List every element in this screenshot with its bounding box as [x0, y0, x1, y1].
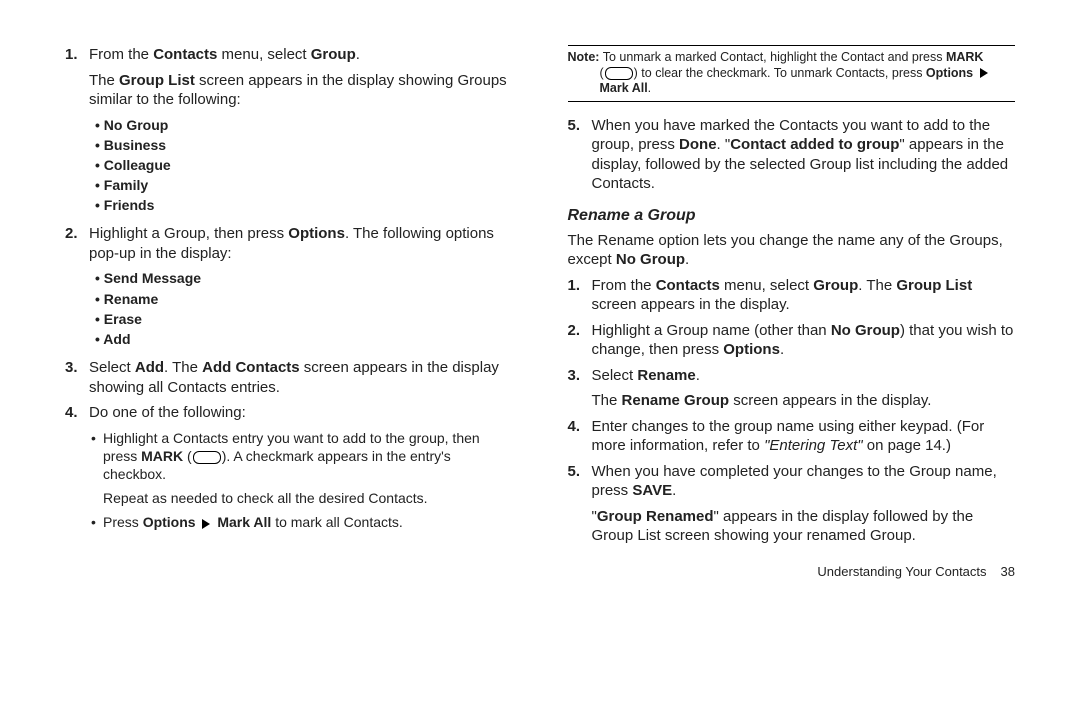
- note-box: Note: To unmark a marked Contact, highli…: [568, 45, 1016, 102]
- text: screen appears in the display.: [592, 296, 790, 313]
- text: .: [780, 341, 784, 358]
- page-footer: Understanding Your Contacts 38: [568, 564, 1016, 581]
- bold: Add: [135, 359, 164, 376]
- text: menu, select: [217, 46, 310, 63]
- text: The: [592, 392, 622, 409]
- text: Select: [89, 359, 135, 376]
- text: (: [600, 66, 604, 80]
- step-3: 3. Select Add. The Add Contacts screen a…: [65, 358, 513, 397]
- footer-section: Understanding Your Contacts: [817, 564, 986, 579]
- page-columns: 1. From the Contacts menu, select Group.…: [65, 45, 1015, 581]
- option-item: Add: [95, 330, 513, 348]
- bold: Contact added to group: [730, 136, 899, 153]
- text: .: [648, 81, 651, 95]
- bold: MARK: [946, 50, 984, 64]
- rename-step-2: 2. Highlight a Group name (other than No…: [568, 321, 1016, 360]
- bold: No Group: [831, 322, 900, 339]
- text: Select: [592, 367, 638, 384]
- step-1: 1. From the Contacts menu, select Group.…: [65, 45, 513, 218]
- bold: Group List: [119, 72, 195, 89]
- bold: Options: [926, 66, 973, 80]
- option-item: Rename: [95, 290, 513, 308]
- rename-step-5: 5. When you have completed your changes …: [568, 462, 1016, 546]
- bold: Contacts: [656, 277, 720, 294]
- text: From the: [89, 46, 153, 63]
- bold: Options: [143, 514, 196, 530]
- intro-text: The Rename option lets you change the na…: [568, 231, 1016, 270]
- text: .: [696, 367, 700, 384]
- text: .: [672, 482, 676, 499]
- section-heading: Rename a Group: [568, 206, 1016, 227]
- bold: Mark All: [217, 514, 271, 530]
- text: Highlight a Group name (other than: [592, 322, 831, 339]
- note-label: Note:: [568, 50, 600, 64]
- bold: Group Renamed: [597, 508, 714, 525]
- italic: "Entering Text": [764, 437, 862, 454]
- text: . ": [717, 136, 731, 153]
- bold: Options: [288, 225, 345, 242]
- bold: Rename: [637, 367, 695, 384]
- group-item: Colleague: [95, 156, 513, 174]
- left-column: 1. From the Contacts menu, select Group.…: [65, 45, 513, 581]
- right-column: Note: To unmark a marked Contact, highli…: [568, 45, 1016, 581]
- group-item: Friends: [95, 196, 513, 214]
- text: From the: [592, 277, 656, 294]
- bold: Group List: [896, 277, 972, 294]
- text: The: [89, 72, 119, 89]
- text: . The: [858, 277, 896, 294]
- sub-bullet: • Highlight a Contacts entry you want to…: [91, 429, 513, 508]
- text: Highlight a Group, then press: [89, 225, 288, 242]
- bold: Done: [679, 136, 717, 153]
- step-2: 2. Highlight a Group, then press Options…: [65, 224, 513, 352]
- group-item: No Group: [95, 116, 513, 134]
- bold: Contacts: [153, 46, 217, 63]
- option-item: Erase: [95, 310, 513, 328]
- oval-key-icon: [605, 67, 633, 80]
- text: . The: [164, 359, 202, 376]
- sub-bullet: • Press Options Mark All to mark all Con…: [91, 513, 513, 531]
- bold: Options: [723, 341, 780, 358]
- text: Repeat as needed to check all the desire…: [103, 489, 513, 507]
- option-item: Send Message: [95, 269, 513, 287]
- text: To unmark a marked Contact, highlight th…: [599, 50, 945, 64]
- step-5: 5. When you have marked the Contacts you…: [568, 116, 1016, 194]
- rename-step-3: 3. Select Rename. The Rename Group scree…: [568, 366, 1016, 411]
- group-item: Family: [95, 176, 513, 194]
- rename-step-4: 4. Enter changes to the group name using…: [568, 417, 1016, 456]
- page-number: 38: [1001, 564, 1015, 579]
- text: ) to clear the checkmark. To unmark Cont…: [634, 66, 926, 80]
- bold: Add Contacts: [202, 359, 300, 376]
- arrow-right-icon: [980, 68, 988, 78]
- arrow-right-icon: [202, 519, 210, 529]
- bold: Mark All: [600, 81, 648, 95]
- oval-key-icon: [193, 451, 221, 464]
- bold: Group: [813, 277, 858, 294]
- bold: MARK: [141, 448, 183, 464]
- text: .: [356, 46, 360, 63]
- text: (: [183, 448, 192, 464]
- bold: SAVE: [632, 482, 672, 499]
- text: menu, select: [720, 277, 813, 294]
- text: [196, 514, 200, 530]
- bold: Rename Group: [622, 392, 730, 409]
- group-item: Business: [95, 136, 513, 154]
- text: Do one of the following:: [89, 403, 513, 423]
- text: [973, 66, 976, 80]
- text: Press: [103, 514, 143, 530]
- rename-step-1: 1. From the Contacts menu, select Group.…: [568, 276, 1016, 315]
- text: to mark all Contacts.: [271, 514, 403, 530]
- text: screen appears in the display.: [729, 392, 931, 409]
- text: on page 14.): [863, 437, 951, 454]
- bold: No Group: [616, 251, 685, 268]
- bold: Group: [311, 46, 356, 63]
- text: .: [685, 251, 689, 268]
- step-4: 4. Do one of the following: • Highlight …: [65, 403, 513, 537]
